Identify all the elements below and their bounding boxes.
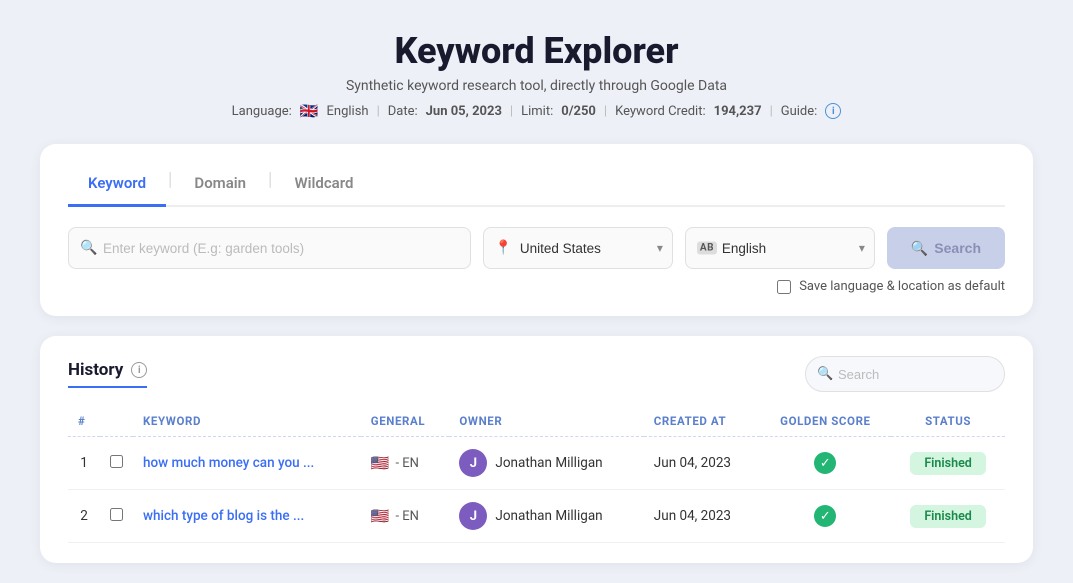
row-general: 🇺🇸 - EN [361, 490, 450, 543]
general-lang: - EN [395, 456, 418, 471]
keyword-input[interactable] [68, 227, 471, 269]
search-button-icon: 🔍 [911, 240, 928, 257]
search-card: Keyword | Domain | Wildcard 🔍 📍 United S… [40, 144, 1033, 316]
row-golden-score: ✓ [760, 437, 892, 490]
row-golden-score: ✓ [760, 490, 892, 543]
tab-domain[interactable]: Domain [174, 166, 266, 207]
language-value: English [327, 104, 369, 119]
language-label: Language: [232, 104, 292, 119]
language-ab-icon: AB [697, 242, 717, 255]
search-row: 🔍 📍 United States United Kingdom Canada … [68, 227, 1005, 269]
status-badge: Finished [910, 505, 986, 528]
col-checkbox [100, 406, 133, 437]
save-default-checkbox[interactable] [777, 280, 791, 294]
row-owner: J Jonathan Milligan [449, 490, 643, 543]
col-golden-score: GOLDEN SCORE [760, 406, 892, 437]
save-default-label[interactable]: Save language & location as default [799, 279, 1005, 294]
location-icon: 📍 [495, 240, 512, 256]
owner-name: Jonathan Milligan [495, 508, 602, 524]
owner-name: Jonathan Milligan [495, 455, 602, 471]
keyword-input-wrap: 🔍 [68, 227, 471, 269]
tab-wildcard[interactable]: Wildcard [274, 166, 373, 207]
page-title: Keyword Explorer [40, 30, 1033, 72]
row-keyword: which type of blog is the ... [133, 490, 361, 543]
history-table: # KEYWORD GENERAL OWNER CREATED AT GOLDE… [68, 406, 1005, 543]
save-default-row: Save language & location as default [68, 279, 1005, 294]
row-checkbox[interactable] [110, 455, 123, 468]
col-hash: # [68, 406, 100, 437]
history-title: History [68, 360, 123, 380]
language-select-wrap: AB English Spanish French German ▾ [685, 227, 875, 269]
history-search-input[interactable] [805, 356, 1005, 392]
history-header: History i 🔍 [68, 356, 1005, 392]
history-search-wrap: 🔍 [805, 356, 1005, 392]
page-subtitle: Synthetic keyword research tool, directl… [40, 78, 1033, 94]
general-flag: 🇺🇸 [371, 454, 390, 472]
general-lang: - EN [395, 509, 418, 524]
col-created-at: CREATED AT [644, 406, 760, 437]
golden-score-check-icon: ✓ [814, 452, 836, 474]
golden-score-check-icon: ✓ [814, 505, 836, 527]
general-flag: 🇺🇸 [371, 507, 390, 525]
guide-info-icon[interactable]: i [825, 103, 841, 119]
row-checkbox-cell [100, 490, 133, 543]
row-checkbox[interactable] [110, 508, 123, 521]
keyword-link[interactable]: how much money can you ... [143, 455, 314, 471]
row-date: Jun 04, 2023 [644, 490, 760, 543]
meta-bar: Language: 🇬🇧 English | Date: Jun 05, 202… [40, 102, 1033, 120]
date-label: Date: [388, 104, 418, 119]
row-checkbox-cell [100, 437, 133, 490]
history-info-icon[interactable]: i [131, 362, 147, 378]
col-owner: OWNER [449, 406, 643, 437]
language-flag: 🇬🇧 [300, 102, 319, 120]
history-title-wrap: History i [68, 360, 147, 388]
history-search-icon: 🔍 [817, 367, 833, 382]
col-keyword: KEYWORD [133, 406, 361, 437]
location-select-wrap: 📍 United States United Kingdom Canada Au… [483, 227, 673, 269]
tab-bar: Keyword | Domain | Wildcard [68, 166, 1005, 207]
row-status: Finished [891, 437, 1005, 490]
page-header: Keyword Explorer Synthetic keyword resea… [40, 30, 1033, 120]
row-keyword: how much money can you ... [133, 437, 361, 490]
keyword-search-icon: 🔍 [80, 240, 97, 256]
limit-value: 0/250 [561, 104, 596, 119]
keyword-link[interactable]: which type of blog is the ... [143, 508, 304, 524]
limit-label: Limit: [521, 104, 553, 119]
guide-label: Guide: [781, 104, 818, 119]
date-value: Jun 05, 2023 [426, 104, 502, 119]
row-owner: J Jonathan Milligan [449, 437, 643, 490]
owner-avatar: J [459, 449, 487, 477]
row-status: Finished [891, 490, 1005, 543]
row-num: 1 [68, 437, 100, 490]
tab-keyword[interactable]: Keyword [68, 166, 166, 207]
row-general: 🇺🇸 - EN [361, 437, 450, 490]
credit-value: 194,237 [714, 104, 762, 119]
owner-avatar: J [459, 502, 487, 530]
credit-label: Keyword Credit: [615, 104, 706, 119]
table-row: 1 how much money can you ... 🇺🇸 - EN J J… [68, 437, 1005, 490]
row-num: 2 [68, 490, 100, 543]
table-row: 2 which type of blog is the ... 🇺🇸 - EN … [68, 490, 1005, 543]
search-button[interactable]: 🔍 Search [887, 227, 1005, 269]
col-general: GENERAL [361, 406, 450, 437]
row-date: Jun 04, 2023 [644, 437, 760, 490]
search-button-label: Search [934, 240, 981, 256]
status-badge: Finished [910, 452, 986, 475]
col-status: STATUS [891, 406, 1005, 437]
history-card: History i 🔍 # KEYWORD GENERAL OWNER CREA… [40, 336, 1033, 563]
